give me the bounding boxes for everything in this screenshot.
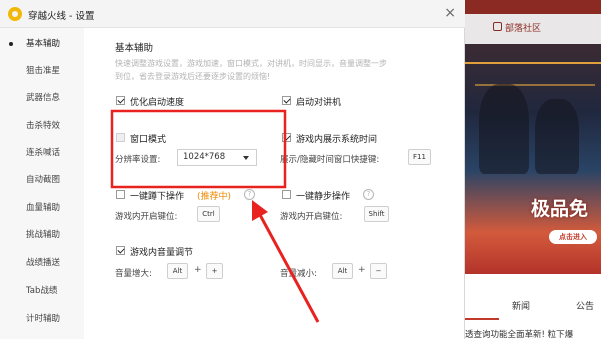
active-tab-underline xyxy=(465,318,499,320)
sidebar-item-record-broadcast[interactable]: 战绩播送 xyxy=(0,252,84,274)
one-key-walk-checkbox[interactable] xyxy=(282,190,291,199)
community-icon xyxy=(493,22,502,31)
intercom-checkbox[interactable] xyxy=(282,96,291,105)
settings-sidebar: 基本辅助 狙击准星 武器信息 击杀特效 连杀喊话 自动截图 血量辅助 挑战辅助 … xyxy=(0,28,84,339)
sidebar-item-label: 挑战辅助 xyxy=(26,230,61,240)
sidebar-item-auto-screenshot[interactable]: 自动截图 xyxy=(0,169,84,191)
banner-headline: 极品免 xyxy=(531,198,589,220)
volume-up-label: 音量增大: xyxy=(115,269,152,279)
section-description-line-1: 快速调整游戏设置，游戏加速，窗口模式，对讲机，时间显示，音量调整一步 xyxy=(115,59,387,68)
sidebar-item-kill-effects[interactable]: 击杀特效 xyxy=(0,115,84,137)
optimize-startup-label: 优化启动速度 xyxy=(130,98,185,108)
banner-enter-button[interactable]: 点击进入 xyxy=(549,230,597,244)
community-link[interactable]: 部落社区 xyxy=(505,21,541,34)
tab-news[interactable]: 新闻 xyxy=(512,299,530,312)
promo-banner[interactable]: 极品免 点击进入 xyxy=(465,44,601,274)
one-key-crouch-checkbox[interactable] xyxy=(116,190,125,199)
walk-key[interactable]: Shift xyxy=(364,206,389,222)
section-description-line-2: 到位，省去登录游戏后还要逐步设置的烦恼! xyxy=(115,72,271,81)
chevron-down-icon xyxy=(243,156,249,160)
sidebar-item-label: 狙击准星 xyxy=(26,66,61,76)
volume-adjust-checkbox[interactable] xyxy=(116,246,125,255)
volume-up-modifier-key[interactable]: Alt xyxy=(167,263,188,279)
client-news-tabs: 新闻 公告 透查询功能全面革新! 粒下爆 xyxy=(465,274,601,339)
key-combo-plus: + xyxy=(194,265,202,275)
active-bullet-icon xyxy=(9,42,13,46)
banner-character xyxy=(479,84,529,174)
section-heading: 基本辅助 xyxy=(115,43,154,54)
sidebar-item-weapon-info[interactable]: 武器信息 xyxy=(0,87,84,109)
sidebar-item-label: 血量辅助 xyxy=(26,203,61,213)
one-key-walk-label: 一键静步操作 xyxy=(296,192,351,202)
volume-down-label: 音量减小: xyxy=(280,269,317,279)
sidebar-item-timer-assist[interactable]: 计时辅助 xyxy=(0,308,84,330)
settings-content: 基本辅助 快速调整游戏设置，游戏加速，窗口模式，对讲机，时间显示，音量调整一步 … xyxy=(84,28,465,339)
dialog-title: 穿越火线 - 设置 xyxy=(28,11,95,22)
resolution-value: 1024*768 xyxy=(183,152,226,162)
sidebar-item-label: 自动截图 xyxy=(26,175,61,185)
settings-dialog: 穿越火线 - 设置 × 基本辅助 狙击准星 武器信息 击杀特效 连杀喊话 自动截… xyxy=(0,0,465,339)
background-game-client: 部落社区 极品免 点击进入 新闻 公告 透查询功能全面革新! 粒下爆 xyxy=(465,0,601,339)
sidebar-item-label: 连杀喊话 xyxy=(26,148,61,158)
show-time-label: 游戏内展示系统时间 xyxy=(296,135,378,145)
sidebar-item-sniper-crosshair[interactable]: 狙击准星 xyxy=(0,60,84,82)
sidebar-item-label: 击杀特效 xyxy=(26,121,61,131)
sidebar-item-label: 基本辅助 xyxy=(26,39,61,49)
window-mode-label: 窗口模式 xyxy=(130,135,167,145)
sidebar-item-label: 战绩播送 xyxy=(26,258,61,268)
volume-adjust-label: 游戏内音量调节 xyxy=(130,248,194,258)
volume-down-modifier-key[interactable]: Alt xyxy=(332,263,353,279)
sidebar-item-challenge-assist[interactable]: 挑战辅助 xyxy=(0,224,84,246)
sidebar-item-label: Tab战绩 xyxy=(26,286,58,296)
tab-notice[interactable]: 公告 xyxy=(576,299,594,312)
sidebar-item-basic-assist[interactable]: 基本辅助 xyxy=(0,33,84,55)
volume-up-key[interactable]: + xyxy=(206,263,223,279)
intercom-label: 启动对讲机 xyxy=(296,98,342,108)
time-hotkey-label: 展示/隐藏时间窗口快捷键: xyxy=(280,155,380,165)
window-mode-checkbox[interactable] xyxy=(116,133,125,142)
crouch-key-label: 游戏内开启键位: xyxy=(115,212,178,222)
key-combo-plus: + xyxy=(358,265,366,275)
show-time-checkbox[interactable] xyxy=(282,133,291,142)
resolution-select[interactable]: 1024*768 xyxy=(177,149,257,166)
news-snippet[interactable]: 透查询功能全面革新! 粒下爆 xyxy=(465,328,573,339)
walk-key-label: 游戏内开启键位: xyxy=(280,212,343,222)
time-hotkey-key[interactable]: F11 xyxy=(408,149,431,165)
recommended-badge: (推荐中) xyxy=(197,192,232,202)
banner-character xyxy=(535,99,579,174)
sidebar-item-tab-record[interactable]: Tab战绩 xyxy=(0,280,84,302)
close-icon[interactable]: × xyxy=(444,5,456,21)
help-icon[interactable]: ? xyxy=(363,189,374,200)
optimize-startup-checkbox[interactable] xyxy=(116,96,125,105)
sidebar-item-killstreak-shout[interactable]: 连杀喊话 xyxy=(0,142,84,164)
crouch-key[interactable]: Ctrl xyxy=(197,206,220,222)
crossfire-logo-icon xyxy=(8,7,22,21)
resolution-label: 分辨率设置: xyxy=(115,155,161,165)
volume-down-key[interactable]: − xyxy=(370,263,387,279)
banner-stripe xyxy=(465,62,601,64)
sidebar-item-label: 计时辅助 xyxy=(26,314,61,324)
one-key-crouch-label: 一键蹲下操作 xyxy=(130,192,185,202)
sidebar-item-label: 武器信息 xyxy=(26,93,61,103)
title-bar: 穿越火线 - 设置 × xyxy=(0,0,465,28)
client-top-bar xyxy=(465,0,601,14)
sidebar-item-health-assist[interactable]: 血量辅助 xyxy=(0,197,84,219)
help-icon[interactable]: ? xyxy=(244,189,255,200)
